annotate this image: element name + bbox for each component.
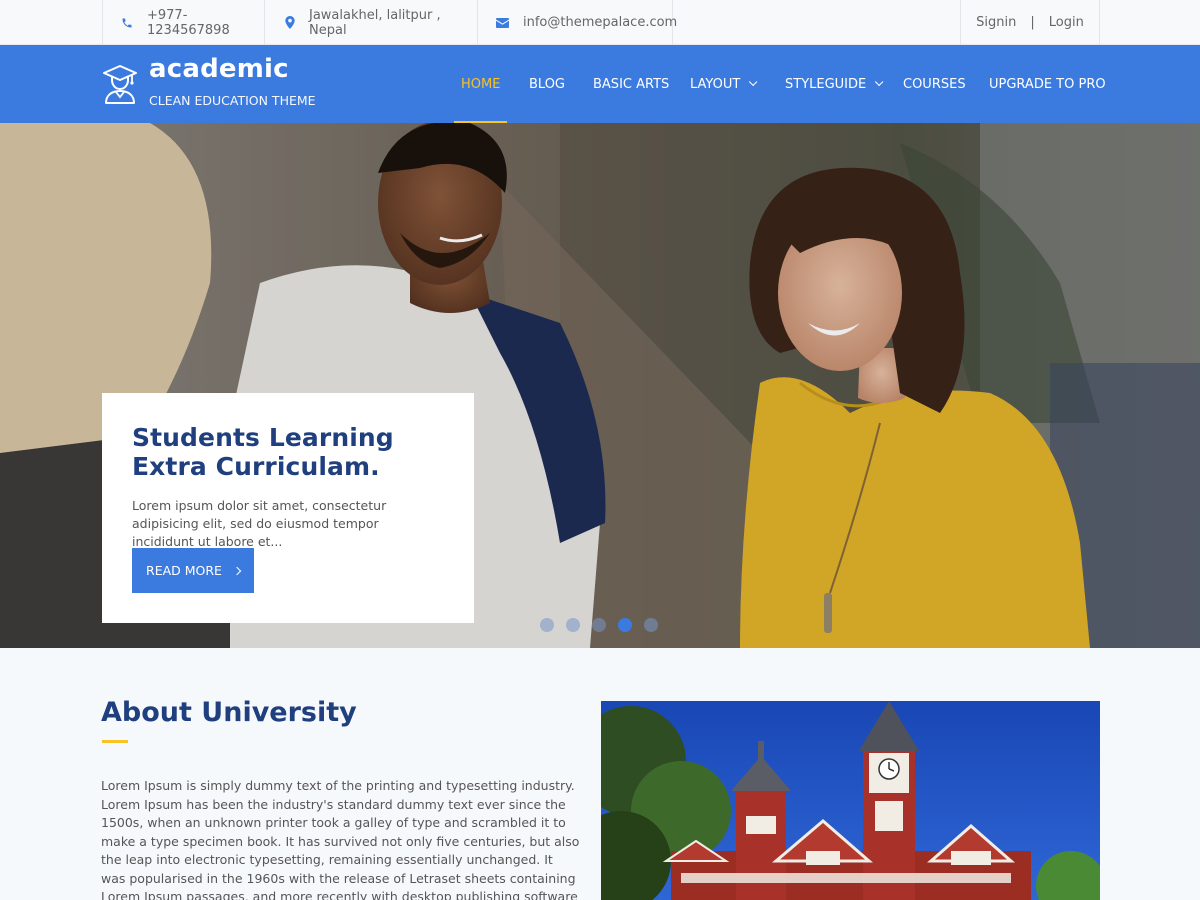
chevron-down-icon: [875, 77, 884, 87]
hero-slider: Students Learning Extra Curriculam. Lore…: [0, 123, 1200, 648]
contact-email[interactable]: info@themepalace.com: [478, 0, 677, 45]
slider-dot-4[interactable]: [618, 618, 632, 632]
slide-title: Students Learning Extra Curriculam.: [132, 423, 444, 481]
slide-title-line-2: Extra Curriculam.: [132, 452, 380, 481]
read-more-button[interactable]: READ MORE: [132, 548, 254, 593]
nav-basic-arts[interactable]: BASIC ARTS: [593, 45, 669, 123]
slider-dot-5[interactable]: [644, 618, 658, 632]
chevron-right-icon: [232, 566, 242, 575]
nav-upgrade-to-pro[interactable]: UPGRADE TO PRO: [989, 45, 1106, 123]
nav-styleguide-label: STYLEGUIDE: [785, 76, 867, 92]
nav-basic-arts-label: BASIC ARTS: [593, 76, 670, 92]
nav-layout-label: LAYOUT: [690, 76, 741, 92]
graduate-icon[interactable]: [102, 63, 138, 105]
signin-link[interactable]: Signin: [976, 15, 1016, 30]
nav-layout[interactable]: LAYOUT: [690, 45, 758, 123]
contact-phone[interactable]: +977-1234567898: [102, 0, 265, 45]
title-underline: [102, 740, 128, 743]
login-link[interactable]: Login: [1049, 15, 1084, 30]
top-bar: +977-1234567898 Jawalakhel, lalitpur , N…: [0, 0, 1200, 45]
slider-dot-1[interactable]: [540, 618, 554, 632]
about-text: Lorem Ipsum is simply dummy text of the …: [101, 778, 580, 900]
nav-blog[interactable]: BLOG: [529, 45, 565, 123]
university-building-image: [601, 701, 1100, 900]
slider-dot-2[interactable]: [566, 618, 580, 632]
site-header: academic CLEAN EDUCATION THEME HOME BLOG…: [0, 45, 1200, 123]
auth-links: Signin | Login: [960, 0, 1100, 45]
read-more-label: READ MORE: [146, 563, 222, 578]
nav-home-label: HOME: [461, 76, 501, 92]
chevron-down-icon: [749, 77, 758, 87]
slide-caption-card: Students Learning Extra Curriculam. Lore…: [102, 393, 474, 623]
slider-dot-3[interactable]: [592, 618, 606, 632]
slider-pagination: [540, 618, 658, 632]
nav-upgrade-label: UPGRADE TO PRO: [989, 76, 1106, 92]
location-text: Jawalakhel, lalitpur , Nepal: [309, 7, 441, 38]
contact-location: Jawalakhel, lalitpur , Nepal: [265, 0, 478, 45]
nav-courses-label: COURSES: [903, 76, 966, 92]
envelope-icon: [496, 17, 509, 28]
nav-blog-label: BLOG: [529, 76, 566, 92]
about-section-title: About University: [101, 697, 357, 728]
nav-styleguide[interactable]: STYLEGUIDE: [785, 45, 884, 123]
auth-separator: |: [1030, 15, 1035, 30]
slide-excerpt: Lorem ipsum dolor sit amet, consectetur …: [132, 498, 387, 549]
nav-home[interactable]: HOME: [453, 45, 508, 123]
slide-title-line-1: Students Learning: [132, 423, 394, 452]
map-marker-icon: [285, 16, 295, 29]
site-tagline: CLEAN EDUCATION THEME: [149, 93, 316, 108]
site-title[interactable]: academic: [149, 54, 289, 84]
nav-courses[interactable]: COURSES: [903, 45, 966, 123]
phone-text: +977-1234567898: [147, 7, 230, 38]
phone-icon: [121, 17, 133, 29]
email-text: info@themepalace.com: [523, 15, 678, 30]
